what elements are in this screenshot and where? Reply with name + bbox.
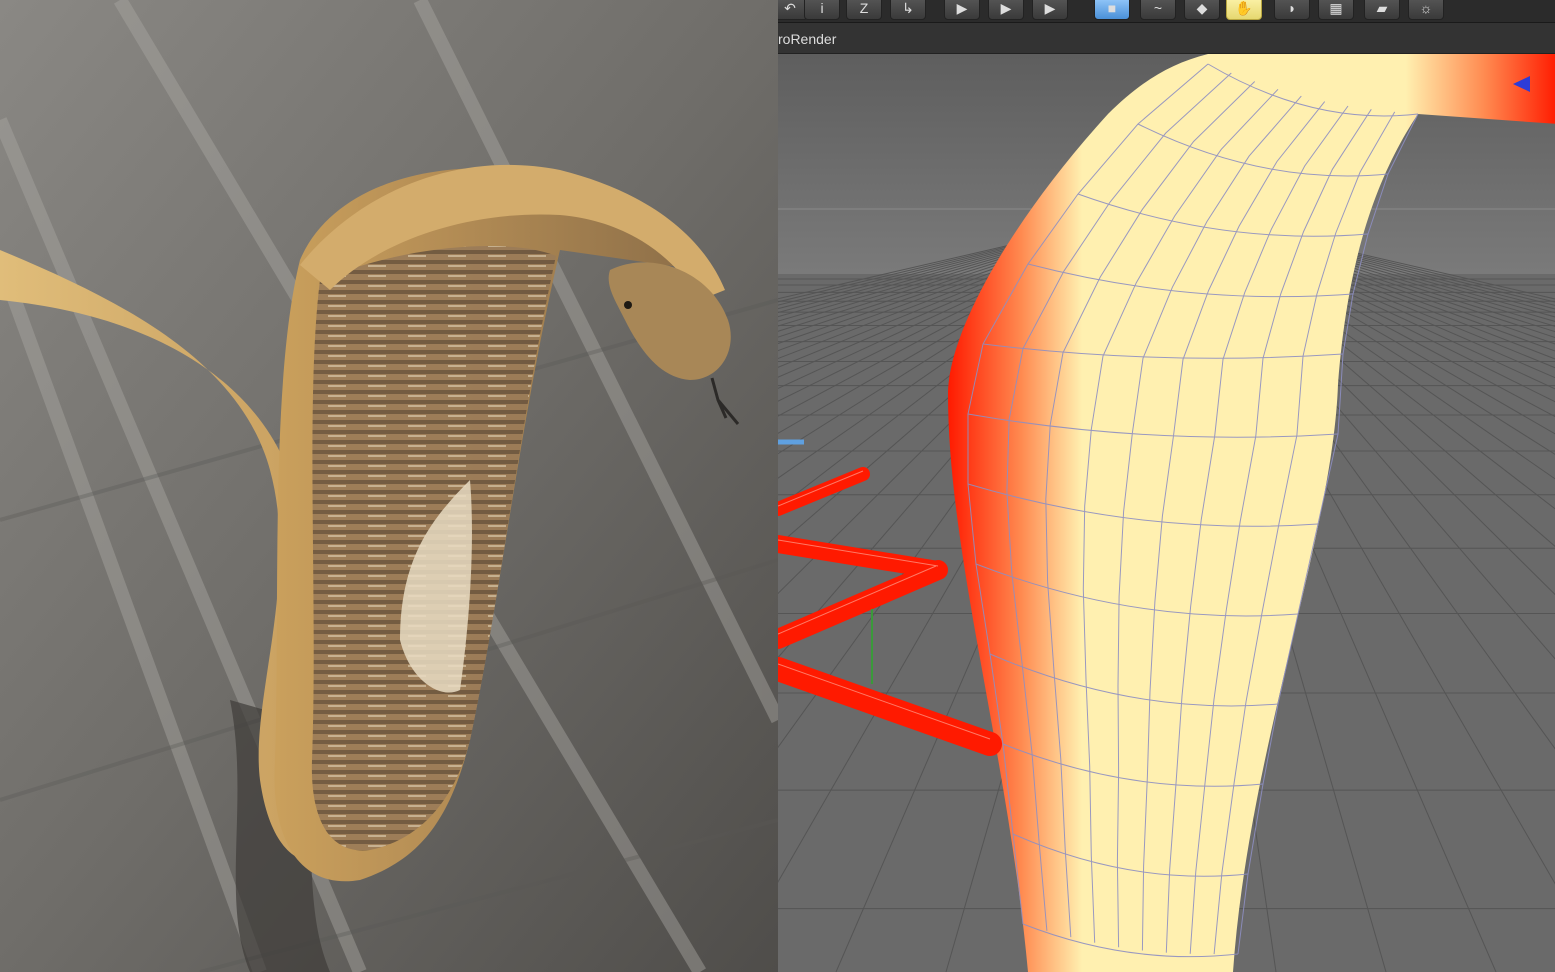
deformer-icon[interactable]: ✋ <box>1226 0 1262 20</box>
perspective-viewport[interactable] <box>778 54 1555 972</box>
floor-icon[interactable]: ▦ <box>1318 0 1354 20</box>
editor-toolbar: ↶ i Z ↳ ▶ ▶ ▶ ■ ~ ◆ ✋ ◗ ▦ ▰ ☼ <box>778 0 1555 23</box>
spline-icon[interactable]: ~ <box>1140 0 1176 20</box>
3d-editor: ↶ i Z ↳ ▶ ▶ ▶ ■ ~ ◆ ✋ ◗ ▦ ▰ ☼ roRender <box>778 0 1555 972</box>
light-icon[interactable]: ☼ <box>1408 0 1444 20</box>
render-preview <box>0 0 778 972</box>
render-picture-viewer-icon[interactable]: ▶ <box>988 0 1024 20</box>
info-icon[interactable]: i <box>804 0 840 20</box>
render-settings-icon[interactable]: ▶ <box>1032 0 1068 20</box>
rendered-scene <box>0 0 778 972</box>
z-icon[interactable]: Z <box>846 0 882 20</box>
viewport-canvas[interactable] <box>778 54 1555 972</box>
render-view-icon[interactable]: ▶ <box>944 0 980 20</box>
effector-icon[interactable]: ◗ <box>1274 0 1310 20</box>
cube-icon[interactable]: ■ <box>1094 0 1130 20</box>
viewport-menu-bar: roRender <box>778 23 1555 54</box>
viewport-menu-label[interactable]: roRender <box>778 31 836 47</box>
nurbs-icon[interactable]: ◆ <box>1184 0 1220 20</box>
camera-icon[interactable]: ▰ <box>1364 0 1400 20</box>
exit-icon[interactable]: ↳ <box>890 0 926 20</box>
snake-eye <box>624 301 632 309</box>
